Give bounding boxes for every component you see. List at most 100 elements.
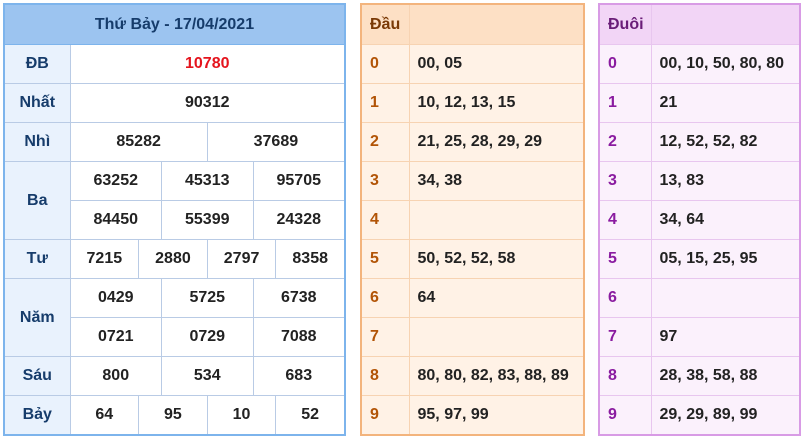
prize-number: 10 <box>206 396 276 434</box>
dau-values <box>408 200 585 240</box>
dau-digit: 8 <box>360 356 410 396</box>
dau-header-values <box>408 3 585 45</box>
duoi-row: 9 29, 29, 89, 99 <box>598 395 801 436</box>
duoi-values: 05, 15, 25, 95 <box>650 239 801 279</box>
duoi-values: 12, 52, 52, 82 <box>650 122 801 162</box>
prize-number: 0429 <box>97 289 134 306</box>
prize-row: Sáu 800 534 683 <box>3 356 346 396</box>
duoi-values: 13, 83 <box>650 161 801 201</box>
prize-numbers: 63252 45313 95705 <box>69 161 346 201</box>
prize-row: Nhì 85282 37689 <box>3 122 346 162</box>
prize-number: 90312 <box>185 94 230 111</box>
prize-numbers: 64 95 10 52 <box>69 395 346 436</box>
dau-row: 0 00, 05 <box>360 44 585 84</box>
prize-label: Bảy <box>3 395 71 436</box>
dau-digit: 5 <box>360 239 410 279</box>
dau-values: 10, 12, 13, 15 <box>408 83 585 123</box>
prize-numbers: 84450 55399 24328 <box>69 200 346 240</box>
prize-number: 7088 <box>252 318 345 356</box>
prize-number: 0721 <box>97 328 134 345</box>
duoi-values: 34, 64 <box>650 200 801 240</box>
prize-number: 5725 <box>161 279 253 317</box>
prize-label: Nhì <box>3 122 71 162</box>
dau-row: 1 10, 12, 13, 15 <box>360 83 585 123</box>
duoi-row: 8 28, 38, 58, 88 <box>598 356 801 396</box>
duoi-digit: 1 <box>598 83 652 123</box>
dau-row: 8 80, 80, 82, 83, 88, 89 <box>360 356 585 396</box>
dau-digit: 6 <box>360 278 410 318</box>
duoi-digit: 6 <box>598 278 652 318</box>
dau-row: 9 95, 97, 99 <box>360 395 585 436</box>
prize-number: 683 <box>252 357 345 395</box>
duoi-row: 4 34, 64 <box>598 200 801 240</box>
prize-number: 8358 <box>275 240 344 278</box>
dau-digit: 1 <box>360 83 410 123</box>
dau-row: 7 <box>360 317 585 357</box>
prize-number: 534 <box>161 357 253 395</box>
prize-number: 95 <box>138 396 207 434</box>
duoi-values: 00, 10, 50, 80, 80 <box>650 44 801 84</box>
prize-number: 45313 <box>161 162 253 200</box>
dau-row: 2 21, 25, 28, 29, 29 <box>360 122 585 162</box>
dau-row: 6 64 <box>360 278 585 318</box>
duoi-row: 5 05, 15, 25, 95 <box>598 239 801 279</box>
dau-digit: 7 <box>360 317 410 357</box>
dau-row: 3 34, 38 <box>360 161 585 201</box>
duoi-row: 3 13, 83 <box>598 161 801 201</box>
duoi-table: Đuôi 0 00, 10, 50, 80, 80 1 21 2 12, 52, 52, … <box>598 3 801 436</box>
prize-row: Bảy 64 95 10 52 <box>3 395 346 436</box>
dau-header: Đầu <box>360 3 410 45</box>
duoi-header-values <box>650 3 801 45</box>
duoi-digit: 8 <box>598 356 652 396</box>
duoi-header: Đuôi <box>598 3 652 45</box>
duoi-values <box>650 278 801 318</box>
dau-values: 21, 25, 28, 29, 29 <box>408 122 585 162</box>
duoi-digit: 0 <box>598 44 652 84</box>
duoi-digit: 3 <box>598 161 652 201</box>
prize-number: 55399 <box>161 201 253 239</box>
duoi-values: 21 <box>650 83 801 123</box>
dau-values: 00, 05 <box>408 44 585 84</box>
prize-row: Nhất 90312 <box>3 83 346 123</box>
duoi-digit: 9 <box>598 395 652 436</box>
prize-number: 7215 <box>86 250 123 267</box>
dau-digit: 0 <box>360 44 410 84</box>
prize-number: 84450 <box>93 211 139 228</box>
dau-values: 64 <box>408 278 585 318</box>
prize-number: 64 <box>95 406 114 423</box>
prize-numbers: 10780 <box>69 44 346 84</box>
lottery-results-table: Thứ Bảy - 17/04/2021 ĐB 10780 Nhất 90312 Nhì… <box>3 3 346 436</box>
prize-numbers: 0429 5725 6738 <box>69 278 346 318</box>
dau-values: 80, 80, 82, 83, 88, 89 <box>408 356 585 396</box>
dau-digit: 3 <box>360 161 410 201</box>
prize-label: ĐB <box>3 44 71 84</box>
prize-numbers: 800 534 683 <box>69 356 346 396</box>
duoi-digit: 5 <box>598 239 652 279</box>
prize-number: 2880 <box>138 240 207 278</box>
prize-label: Nhất <box>3 83 71 123</box>
prize-numbers: 0721 0729 7088 <box>69 317 346 357</box>
prize-number: 6738 <box>252 279 345 317</box>
duoi-digit: 4 <box>598 200 652 240</box>
prize-number: 37689 <box>206 123 344 161</box>
prize-number: 800 <box>102 367 130 384</box>
dau-values <box>408 317 585 357</box>
dau-values: 34, 38 <box>408 161 585 201</box>
prize-numbers: 7215 2880 2797 8358 <box>69 239 346 279</box>
duoi-digit: 2 <box>598 122 652 162</box>
duoi-values: 28, 38, 58, 88 <box>650 356 801 396</box>
prize-numbers: 90312 <box>69 83 346 123</box>
prize-label: Tư <box>3 239 71 279</box>
dau-values: 50, 52, 52, 58 <box>408 239 585 279</box>
duoi-row: 0 00, 10, 50, 80, 80 <box>598 44 801 84</box>
prize-label: Ba <box>3 161 71 240</box>
prize-number: 24328 <box>252 201 345 239</box>
prize-number: 52 <box>275 396 344 434</box>
duoi-digit: 7 <box>598 317 652 357</box>
duoi-values: 97 <box>650 317 801 357</box>
duoi-row: 1 21 <box>598 83 801 123</box>
prize-number: 85282 <box>116 133 161 150</box>
prize-label: Sáu <box>3 356 71 396</box>
results-title: Thứ Bảy - 17/04/2021 <box>3 3 346 45</box>
prize-row: Tư 7215 2880 2797 8358 <box>3 239 346 279</box>
